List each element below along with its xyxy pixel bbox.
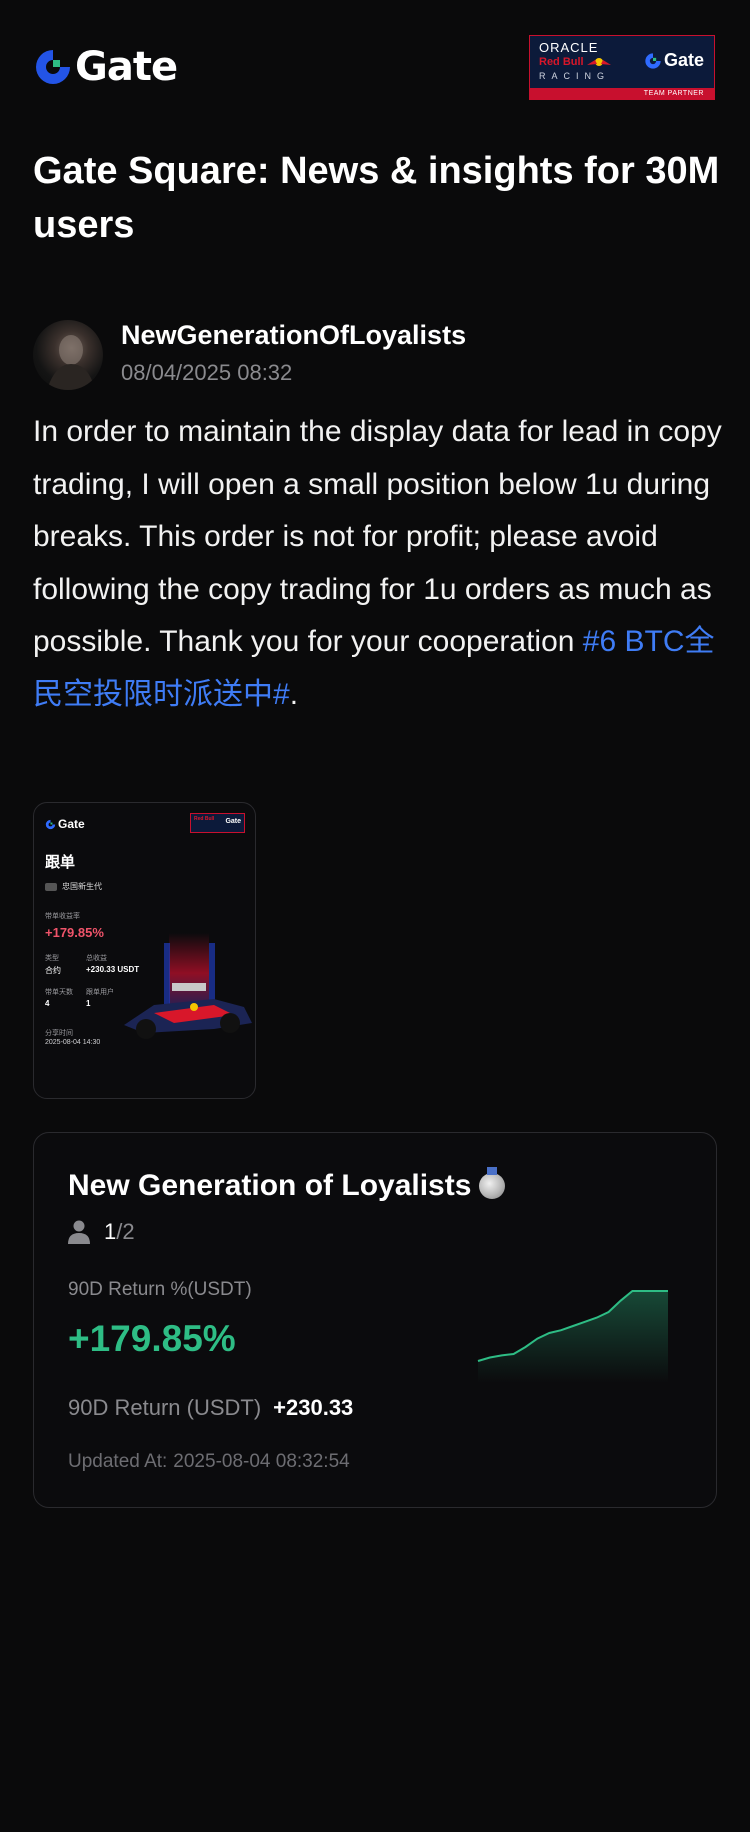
share-days-value: 4: [45, 999, 50, 1008]
followers-count: 1/2: [68, 1219, 135, 1245]
followers-max: 2: [122, 1219, 135, 1244]
copy-trader-card[interactable]: New Generation of Loyalists 1/2 90D Retu…: [33, 1132, 717, 1508]
post-image[interactable]: Gate Red Bull Gate 跟单 忠国新生代 带单收益率 +179.8…: [33, 802, 256, 1099]
bull-icon: [586, 58, 611, 66]
share-title: 跟单: [45, 854, 76, 871]
share-type-value: 合约: [45, 966, 61, 975]
author-name[interactable]: NewGenerationOfLoyalists: [121, 318, 466, 352]
partner-gate-text: Gate: [663, 50, 704, 70]
share-pnl-label: 总收益: [86, 955, 107, 962]
avatar[interactable]: [33, 320, 103, 390]
share-time-label: 分享时间: [45, 1030, 73, 1037]
avatar-image: [47, 335, 95, 390]
return-pct-value: +179.85%: [68, 1318, 236, 1359]
share-return-value: +179.85%: [45, 925, 104, 940]
user-icon: [68, 1220, 90, 1244]
post-timestamp: 08/04/2025 08:32: [121, 360, 293, 385]
racing-text: RACING: [539, 71, 611, 81]
header: Gate ORACLE Red Bull RACING Gate TEAM PA…: [0, 0, 750, 130]
updated-label: Updated At:: [68, 1451, 168, 1472]
return-pct-label: 90D Return %(USDT): [68, 1279, 252, 1300]
post-author[interactable]: NewGenerationOfLoyalists 08/04/2025 08:3…: [33, 318, 723, 390]
gate-logo-icon: [36, 50, 70, 84]
share-user: 忠国新生代: [62, 882, 102, 891]
return-sparkline: [477, 1290, 668, 1383]
f1-car-image: [124, 933, 252, 1039]
gate-small-icon: [645, 52, 661, 69]
return-abs-value: +230.33: [273, 1395, 354, 1420]
gate-logo[interactable]: Gate: [33, 44, 178, 90]
gate-mini-icon: [45, 819, 56, 829]
silver-medal-icon: [479, 1167, 506, 1199]
share-partner-gate: Gate: [225, 818, 241, 825]
post-text: In order to maintain the display data fo…: [33, 415, 722, 658]
return-abs-label: 90D Return (USDT): [68, 1395, 262, 1420]
share-followers-label: 跟单用户: [86, 989, 114, 996]
updated-value: 2025-08-04 08:32:54: [173, 1451, 350, 1472]
red-bull-text: Red Bull: [539, 56, 584, 68]
trader-name: New Generation of Loyalists: [68, 1169, 472, 1202]
share-type-label: 类型: [45, 955, 59, 962]
share-partner-badge: Red Bull Gate: [190, 813, 245, 833]
share-days-label: 带单天数: [45, 989, 73, 996]
gate-logo-text: Gate: [75, 44, 178, 90]
team-partner-text: TEAM PARTNER: [643, 90, 704, 97]
share-partner-redbull: Red Bull: [194, 816, 215, 822]
page-title: Gate Square: News & insights for 30M use…: [33, 150, 720, 246]
sparkline-area: [478, 1291, 668, 1383]
followers-current: 1: [104, 1219, 117, 1244]
oracle-text: ORACLE: [539, 40, 599, 55]
share-user-icon: [45, 882, 57, 891]
share-logo-text: Gate: [58, 817, 85, 831]
post-text-end: .: [289, 677, 299, 711]
share-time-value: 2025-08-04 14:30: [45, 1039, 101, 1046]
share-followers-value: 1: [86, 999, 91, 1008]
post-body: In order to maintain the display data fo…: [33, 406, 723, 721]
team-partner-badge: ORACLE Red Bull RACING Gate TEAM PARTNER: [529, 35, 715, 100]
share-return-label: 带单收益率: [45, 913, 80, 920]
